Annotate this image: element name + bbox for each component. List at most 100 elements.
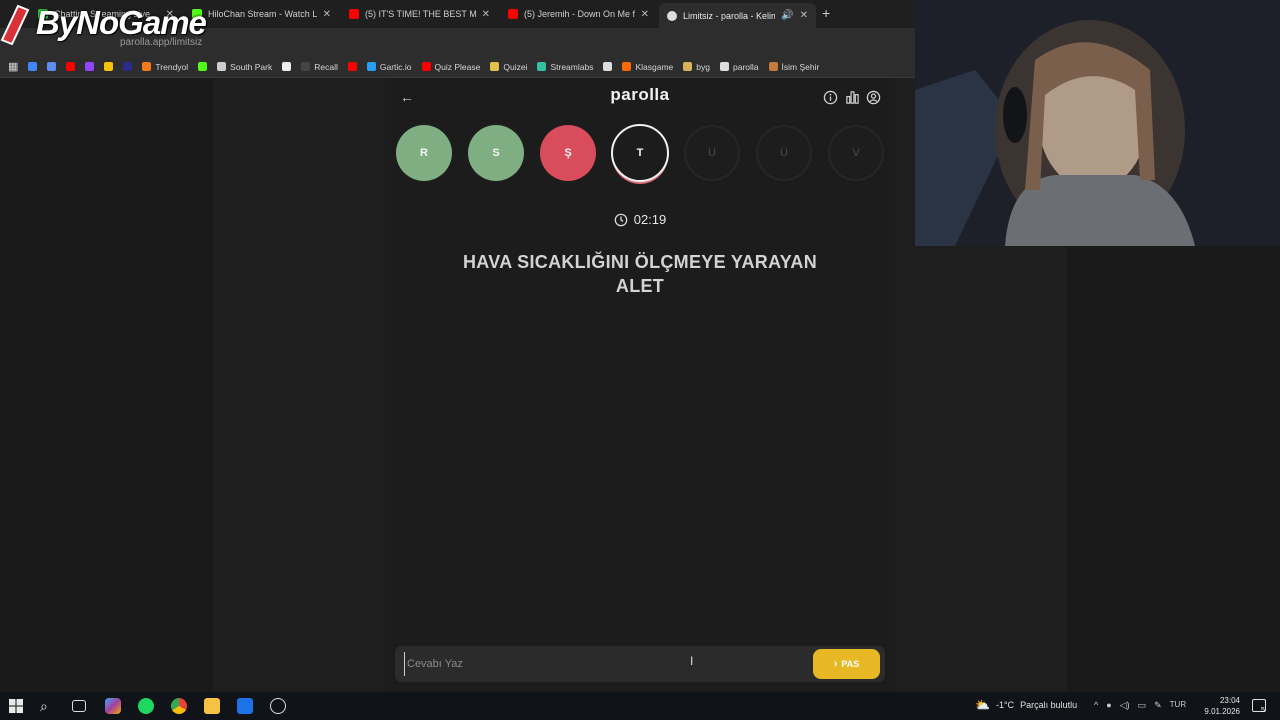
page-right-gutter-top <box>895 78 915 246</box>
copilot-icon[interactable] <box>105 698 121 714</box>
bookmark-favicon-icon <box>28 62 38 71</box>
cloud-sun-icon: ⛅ <box>975 698 990 712</box>
bookmark-item[interactable]: South Park <box>217 62 272 72</box>
answer-input[interactable] <box>404 652 804 676</box>
bookmark-item[interactable]: Quizei <box>490 62 527 72</box>
bookmark-item[interactable] <box>85 62 95 71</box>
page-left-gutter <box>213 78 385 692</box>
tab-favicon <box>508 9 518 19</box>
close-tab-icon[interactable]: ✕ <box>323 9 331 20</box>
bookmark-item[interactable]: İsim Şehir <box>768 61 820 72</box>
obs-icon[interactable] <box>270 698 286 714</box>
bookmark-item[interactable]: Gartic.io <box>366 61 412 72</box>
task-view-icon[interactable] <box>72 700 86 712</box>
bookmark-item[interactable]: byg <box>683 62 710 72</box>
browser-tab-active[interactable]: Limitsiz - parolla - Kelime o 🔊 ✕ <box>659 3 816 28</box>
arrow-left-icon[interactable]: ← <box>398 88 416 106</box>
profile-icon[interactable] <box>866 90 881 105</box>
display-icon[interactable]: ▭ <box>1138 700 1147 711</box>
bookmark-label: byg <box>696 61 710 72</box>
bookmark-favicon-icon <box>537 62 547 71</box>
speaker-icon[interactable]: 🔊 <box>781 10 793 21</box>
bookmark-favicon-icon <box>66 62 76 71</box>
close-tab-icon[interactable]: ✕ <box>800 10 808 21</box>
language-indicator[interactable]: TUR <box>1170 700 1186 711</box>
bookmark-label: South Park <box>230 61 273 72</box>
bookmark-item[interactable]: Quiz Please <box>421 61 481 72</box>
bookmark-item[interactable] <box>347 62 357 71</box>
countdown-timer: 02:19 <box>600 212 680 227</box>
taskbar <box>0 692 1280 720</box>
info-icon[interactable] <box>823 90 838 105</box>
bookmark-item[interactable] <box>47 62 57 71</box>
bookmark-label: Streamlabs <box>550 61 594 72</box>
bookmark-item[interactable]: parolla <box>719 62 759 72</box>
browser-tab-3[interactable]: (5) IT'S TIME! THE BEST MAKEU ✕ <box>341 3 498 25</box>
notification-count: 5 <box>1261 707 1265 714</box>
bookmark-favicon-icon <box>603 62 613 71</box>
weather-widget[interactable]: ⛅ -1°C Parçalı bulutlu <box>975 698 1077 712</box>
bookmark-favicon-icon <box>123 62 133 71</box>
bookmark-favicon-icon <box>347 62 357 71</box>
question-text: HAVA SICAKLIĞINI ÖLÇMEYE YARAYAN ALET <box>420 250 860 298</box>
bynogame-logo-mark <box>0 4 30 46</box>
address-bar[interactable]: parolla.app/limitsiz <box>120 33 900 51</box>
bookmark-item[interactable] <box>123 62 133 71</box>
bookmark-label: Gartic.io <box>379 61 412 72</box>
timer-value: 02:19 <box>633 212 667 227</box>
bookmark-favicon-icon <box>301 62 311 71</box>
tab-favicon <box>667 10 677 21</box>
pass-label: PAS <box>841 659 860 669</box>
bookmark-item[interactable] <box>282 62 292 71</box>
chrome-icon[interactable] <box>171 698 187 714</box>
system-clock[interactable]: 23:04 9.01.2026 <box>1196 695 1240 717</box>
tab-favicon <box>349 9 359 19</box>
pass-button[interactable]: › PAS <box>813 649 880 679</box>
page-right-gutter <box>895 246 1067 692</box>
spotify-icon[interactable] <box>138 698 154 714</box>
bookmark-favicon-icon <box>142 62 152 71</box>
clock-date: 9.01.2026 <box>1204 707 1240 716</box>
bookmark-label: Recall <box>314 61 338 72</box>
letter-circle-uu: Ü <box>756 125 812 181</box>
bookmark-item[interactable]: Recall <box>301 62 338 72</box>
webcam-feed <box>915 0 1280 246</box>
chevron-up-icon[interactable]: ^ <box>1094 700 1098 711</box>
close-tab-icon[interactable]: ✕ <box>482 9 490 20</box>
bookmark-item[interactable] <box>104 62 114 71</box>
bookmark-label: İsim Şehir <box>781 61 820 72</box>
bookmark-favicon-icon <box>719 62 729 71</box>
browser-tab-4[interactable]: (5) Jeremih - Down On Me ft. 5( ✕ <box>500 3 657 25</box>
bookmark-item[interactable] <box>198 62 208 71</box>
windows-start-icon[interactable] <box>9 699 23 713</box>
bookmark-item[interactable]: Trendyol <box>142 62 188 72</box>
search-icon[interactable]: ⌕ <box>40 698 56 714</box>
tab-title: (5) Jeremih - Down On Me ft. 5( <box>524 9 635 19</box>
weather-text: Parçalı bulutlu <box>1020 700 1078 710</box>
bookmark-item[interactable]: Streamlabs <box>537 62 593 72</box>
bookmark-label: Klasgame <box>635 61 674 72</box>
tab-title: Limitsiz - parolla - Kelime o <box>683 10 776 21</box>
bookmark-item[interactable] <box>28 62 38 71</box>
weather-temp: -1°C <box>995 700 1015 710</box>
letter-circle-sh: Ş <box>540 125 596 181</box>
bookmark-label: Quiz Please <box>434 61 481 72</box>
close-tab-icon[interactable]: ✕ <box>641 9 649 20</box>
new-tab-button[interactable]: + <box>822 5 830 21</box>
mail-icon[interactable] <box>237 698 253 714</box>
question-line-2: ALET <box>615 276 665 296</box>
file-explorer-icon[interactable] <box>204 698 220 714</box>
pen-icon[interactable]: ✎ <box>1154 700 1162 711</box>
microphone-icon[interactable]: ● <box>1106 700 1111 711</box>
bookmark-favicon-icon <box>768 62 778 71</box>
clock-icon <box>614 213 628 226</box>
browser-tab-2[interactable]: HiloChan Stream - Watch Live o ✕ <box>184 3 339 25</box>
bookmark-item[interactable]: Klasgame <box>622 62 673 72</box>
volume-icon[interactable]: ◁) <box>1120 700 1130 711</box>
page-right-margin <box>1067 246 1280 692</box>
bookmark-item[interactable] <box>66 62 76 71</box>
clock-time: 23:04 <box>1219 696 1240 705</box>
apps-grid-icon[interactable]: ▦ <box>8 60 18 73</box>
bookmark-item[interactable] <box>603 62 613 71</box>
stats-icon[interactable] <box>845 90 860 105</box>
